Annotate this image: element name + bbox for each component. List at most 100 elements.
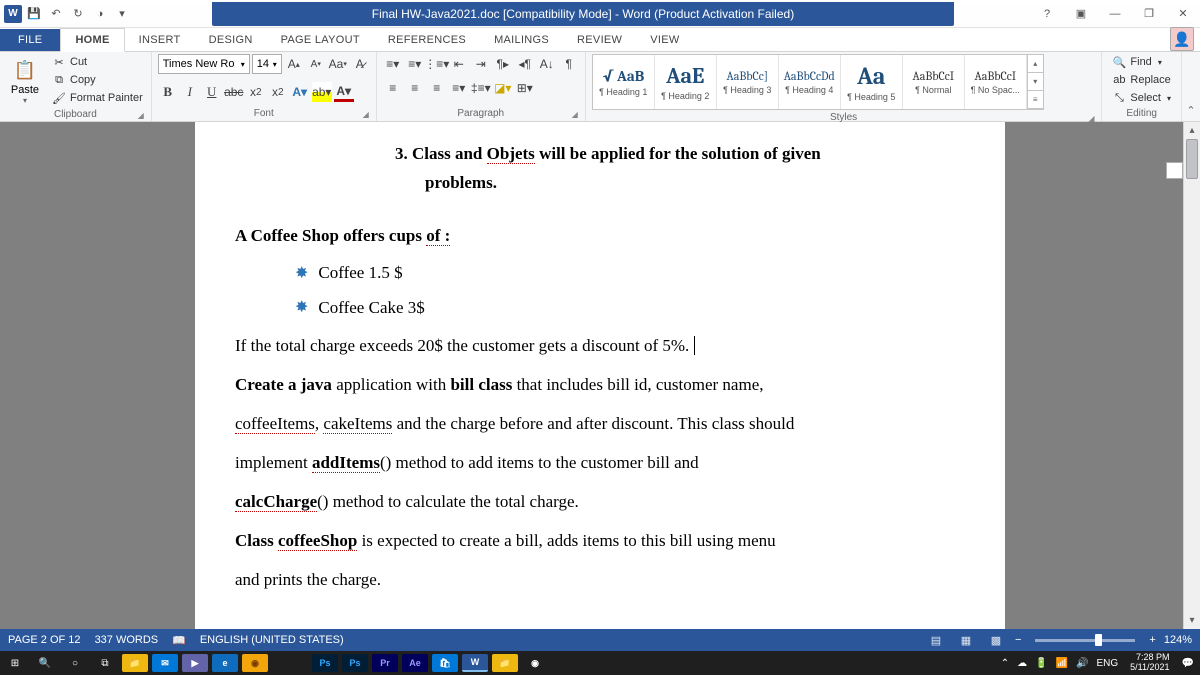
save-button[interactable]: 💾 xyxy=(24,4,44,24)
taskbar-app-ps2[interactable]: Ps xyxy=(342,654,368,672)
search-button[interactable]: 🔍 xyxy=(30,651,60,675)
scroll-up-button[interactable]: ▴ xyxy=(1184,122,1200,139)
read-mode-button[interactable]: ▤ xyxy=(925,631,947,649)
tab-home[interactable]: HOME xyxy=(60,28,124,52)
tray-volume-icon[interactable]: 🔊 xyxy=(1076,658,1088,669)
taskbar-app-pr[interactable]: Pr xyxy=(372,654,398,672)
font-name-combo[interactable]: Times New Ro▾ xyxy=(158,54,250,74)
tab-page-layout[interactable]: PAGE LAYOUT xyxy=(267,29,374,51)
scroll-thumb[interactable] xyxy=(1186,139,1198,179)
tray-notifications-icon[interactable]: 💬 xyxy=(1182,658,1194,669)
taskbar-app-edge[interactable]: e xyxy=(212,654,238,672)
tab-file[interactable]: FILE xyxy=(0,29,60,51)
redo-button[interactable]: ↻ xyxy=(68,4,88,24)
tab-insert[interactable]: INSERT xyxy=(125,29,195,51)
style-item-6[interactable]: AaBbCcI¶ No Spac... xyxy=(965,55,1027,109)
minimize-button[interactable]: — xyxy=(1098,1,1132,27)
style-item-1[interactable]: AaE¶ Heading 2 xyxy=(655,55,717,109)
gallery-down[interactable]: ▾ xyxy=(1028,73,1043,91)
cortana-button[interactable]: ○ xyxy=(60,651,90,675)
numbering-button[interactable]: ≡▾ xyxy=(405,54,425,74)
ribbon-display-button[interactable]: ▣ xyxy=(1064,1,1098,27)
gallery-up[interactable]: ▴ xyxy=(1028,55,1043,73)
taskbar-app-video[interactable]: ▶ xyxy=(182,654,208,672)
language-status[interactable]: ENGLISH (UNITED STATES) xyxy=(200,634,344,646)
taskbar-app-explorer2[interactable]: 📁 xyxy=(492,654,518,672)
restore-button[interactable]: ❐ xyxy=(1132,1,1166,27)
line-spacing-button[interactable]: ‡≡▾ xyxy=(471,78,491,98)
style-item-0[interactable]: √ AaB¶ Heading 1 xyxy=(593,55,655,109)
spelling-status[interactable]: 📖 xyxy=(172,634,186,647)
tab-design[interactable]: DESIGN xyxy=(195,29,267,51)
taskbar-app-chrome2[interactable]: ◉ xyxy=(522,654,548,672)
user-account-button[interactable] xyxy=(1170,27,1194,51)
navigation-pane-toggle[interactable] xyxy=(1166,162,1183,179)
styles-gallery[interactable]: √ AaB¶ Heading 1AaE¶ Heading 2AaBbCc]¶ H… xyxy=(592,54,1044,110)
align-center-button[interactable]: ≡ xyxy=(405,78,425,98)
qat-customize[interactable]: ▾ xyxy=(112,4,132,24)
undo-button[interactable]: ↶ xyxy=(46,4,66,24)
show-marks-button[interactable]: ¶ xyxy=(559,54,579,74)
subscript-button[interactable]: x2 xyxy=(246,82,266,102)
justify-button[interactable]: ≡▾ xyxy=(449,78,469,98)
document-page[interactable]: 3. Class and Objets will be applied for … xyxy=(195,122,1005,629)
tab-review[interactable]: REVIEW xyxy=(563,29,636,51)
font-color-button[interactable]: A▾ xyxy=(334,82,354,102)
vertical-scrollbar[interactable]: ▴ ▾ xyxy=(1183,122,1200,629)
bold-button[interactable]: B xyxy=(158,82,178,102)
close-button[interactable]: ✕ xyxy=(1166,1,1200,27)
page-number-status[interactable]: PAGE 2 OF 12 xyxy=(8,634,81,646)
taskbar-app-word[interactable]: W xyxy=(462,654,488,672)
style-item-3[interactable]: AaBbCcDd¶ Heading 4 xyxy=(779,55,841,109)
format-painter-button[interactable]: 🖌Format Painter xyxy=(50,90,145,106)
shading-button[interactable]: ◪▾ xyxy=(493,78,513,98)
text-effects-button[interactable]: A▾ xyxy=(290,82,310,102)
touch-mode-button[interactable]: ◑ xyxy=(90,4,110,24)
tray-battery-icon[interactable]: 🔋 xyxy=(1035,658,1047,669)
taskbar-app-mail[interactable]: ✉ xyxy=(152,654,178,672)
decrease-indent-button[interactable]: ⇤ xyxy=(449,54,469,74)
font-size-combo[interactable]: 14▾ xyxy=(252,54,282,74)
highlight-button[interactable]: ab▾ xyxy=(312,82,332,102)
tray-language[interactable]: ENG xyxy=(1097,658,1119,669)
change-case-button[interactable]: Aa▾ xyxy=(328,54,348,74)
italic-button[interactable]: I xyxy=(180,82,200,102)
multilevel-button[interactable]: ⋮≡▾ xyxy=(427,54,447,74)
word-count-status[interactable]: 337 WORDS xyxy=(95,634,159,646)
style-item-5[interactable]: AaBbCcI¶ Normal xyxy=(903,55,965,109)
replace-button[interactable]: abReplace xyxy=(1108,72,1175,88)
tray-wifi-icon[interactable]: 📶 xyxy=(1056,658,1068,669)
taskbar-app-ps[interactable]: Ps xyxy=(312,654,338,672)
dialog-launcher-icon[interactable]: ◢ xyxy=(135,109,147,121)
select-button[interactable]: ⤡Select▾ xyxy=(1108,90,1175,106)
taskbar-app-explorer[interactable]: 📁 xyxy=(122,654,148,672)
style-item-2[interactable]: AaBbCc]¶ Heading 3 xyxy=(717,55,779,109)
align-right-button[interactable]: ≡ xyxy=(427,78,447,98)
zoom-handle[interactable] xyxy=(1095,634,1102,646)
tray-clock[interactable]: 7:28 PM5/11/2021 xyxy=(1126,653,1173,673)
copy-button[interactable]: ⧉Copy xyxy=(50,72,145,88)
help-button[interactable]: ? xyxy=(1030,1,1064,27)
underline-button[interactable]: U xyxy=(202,82,222,102)
borders-button[interactable]: ⊞▾ xyxy=(515,78,535,98)
web-layout-button[interactable]: ▩ xyxy=(985,631,1007,649)
taskbar-app-chrome[interactable]: ◉ xyxy=(242,654,268,672)
strikethrough-button[interactable]: abc xyxy=(224,82,244,102)
cut-button[interactable]: ✂Cut xyxy=(50,54,145,70)
superscript-button[interactable]: x2 xyxy=(268,82,288,102)
shrink-font-button[interactable]: A▾ xyxy=(306,54,326,74)
taskbar-app-ae[interactable]: Ae xyxy=(402,654,428,672)
rtl-button[interactable]: ◂¶ xyxy=(515,54,535,74)
gallery-more[interactable]: ≡ xyxy=(1028,91,1043,109)
style-item-4[interactable]: Aa¶ Heading 5 xyxy=(841,55,903,109)
bullets-button[interactable]: ≡▾ xyxy=(383,54,403,74)
ltr-button[interactable]: ¶▸ xyxy=(493,54,513,74)
start-button[interactable]: ⊞ xyxy=(0,651,30,675)
paste-button[interactable]: 📋 Paste ▾ xyxy=(6,54,44,107)
find-button[interactable]: 🔍Find▾ xyxy=(1108,54,1175,70)
collapse-ribbon-button[interactable]: ⌃ xyxy=(1182,52,1200,121)
tray-chevron-icon[interactable]: ⌃ xyxy=(1001,658,1009,669)
tray-onedrive-icon[interactable]: ☁ xyxy=(1017,658,1027,669)
dialog-launcher-icon[interactable]: ◢ xyxy=(360,108,372,120)
taskbar-app-store[interactable]: 🛍 xyxy=(432,654,458,672)
